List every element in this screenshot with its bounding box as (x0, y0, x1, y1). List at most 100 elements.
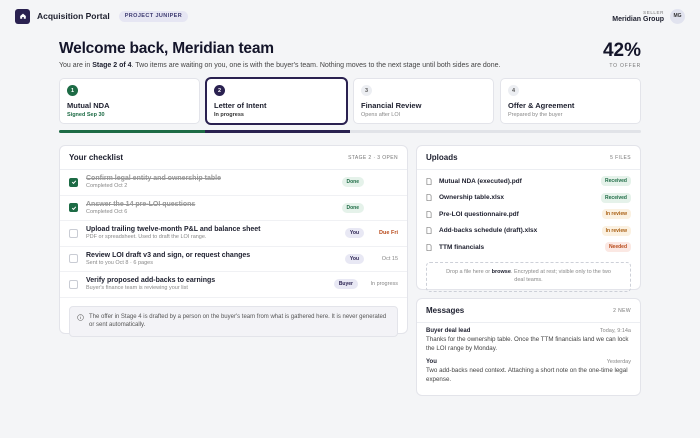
stage-stepper: 1 Mutual NDA Signed Sep 30 2 Letter of I… (59, 78, 641, 124)
file-name: TTM financials (439, 243, 485, 251)
file-dropzone[interactable]: Drop a file here or browse. Encrypted at… (426, 261, 631, 292)
message-sender: You (426, 359, 437, 365)
stage-status: Signed Sep 30 (67, 112, 105, 118)
project-badge: PROJECT JUNIPER (118, 10, 189, 22)
item-due: Oct 15 (381, 255, 398, 262)
subline-suffix: . Two items are waiting on you, one is w… (131, 62, 501, 69)
document-icon (426, 210, 432, 218)
seller-name: Meridian Group (612, 15, 664, 23)
file-name: Pre-LOI questionnaire.pdf (439, 210, 519, 218)
stage-number: 1 (67, 85, 78, 96)
stage-title: Offer & Agreement (508, 101, 575, 110)
checklist-panel: Your checklist STAGE 2 · 3 OPEN Confirm … (59, 145, 408, 337)
file-row[interactable]: Pre-LOI questionnaire.pdf In review (417, 206, 640, 223)
stage-card-3[interactable]: 3 Financial Review Opens after LOI (353, 78, 494, 124)
document-icon (426, 227, 432, 235)
message-item[interactable]: You Yesterday Two add-backs need context.… (417, 353, 640, 384)
message-time: Yesterday (606, 359, 631, 365)
checkbox[interactable] (69, 254, 78, 264)
progress-label: TO OFFER (609, 63, 641, 69)
file-row[interactable]: Add-backs schedule (draft).xlsx In revie… (417, 223, 640, 240)
messages-meta: 2 NEW (613, 307, 631, 314)
checklist-item[interactable]: Answer the 14 pre-LOI questions Completed… (60, 196, 407, 221)
checkbox[interactable] (69, 279, 78, 289)
app-title: Acquisition Portal (37, 11, 110, 21)
welcome-subline: You are in Stage 2 of 4. Two items are w… (59, 62, 500, 69)
uploads-panel: Uploads 5 FILES Mutual NDA (executed).pd… (416, 145, 641, 292)
document-icon (426, 243, 432, 251)
message-body: Thanks for the ownership table. Once the… (426, 336, 629, 352)
file-row[interactable]: Ownership table.xlsx Received (417, 190, 640, 207)
checkbox[interactable] (69, 177, 78, 187)
document-icon (426, 194, 432, 202)
messages-header: Messages 2 NEW (417, 299, 640, 323)
status-badge: Done (341, 177, 364, 188)
item-due: In progress (370, 281, 398, 288)
dropzone-suffix: . Encrypted at rest; visible only to the… (510, 269, 611, 283)
stage-card-1[interactable]: 1 Mutual NDA Signed Sep 30 (59, 78, 200, 124)
welcome-section: Welcome back, Meridian team You are in S… (59, 40, 500, 69)
messages-title: Messages (426, 306, 465, 315)
browse-link[interactable]: browse (492, 269, 511, 275)
progress-percent: 42% (602, 40, 641, 61)
stage-card-2[interactable]: 2 Letter of Intent In progress (206, 78, 347, 124)
message-item[interactable]: Buyer deal lead Today, 9:14a Thanks for t… (417, 323, 640, 353)
status-badge: Done (341, 202, 364, 213)
uploads-title: Uploads (426, 153, 458, 162)
checklist-header: Your checklist STAGE 2 · 3 OPEN (60, 146, 407, 170)
stage-title: Letter of Intent (214, 101, 267, 110)
item-sub: PDF or spreadsheet. Used to draft the LO… (86, 234, 207, 241)
owner-badge: You (344, 253, 364, 264)
stage-card-4[interactable]: 4 Offer & Agreement Prepared by the buye… (500, 78, 641, 124)
info-note-text: The offer in Stage 4 is drafted by a per… (89, 313, 387, 329)
checklist-item[interactable]: Confirm legal entity and ownership table… (60, 170, 407, 196)
stage-number: 3 (361, 85, 372, 96)
message-body: Two add-backs need context. Attaching a … (426, 367, 628, 383)
stage-status: Prepared by the buyer (508, 112, 563, 118)
home-icon[interactable] (15, 8, 30, 24)
checkbox[interactable] (69, 203, 78, 213)
file-status-badge: Received (601, 176, 631, 187)
stage-status: In progress (214, 112, 244, 118)
file-status-badge: Received (601, 192, 631, 203)
checkbox[interactable] (69, 228, 78, 238)
track-active-fill (204, 130, 350, 133)
file-status-badge: Needed (604, 242, 631, 253)
owner-badge: You (344, 228, 364, 239)
seller-info: SELLER Meridian Group (612, 10, 664, 23)
check-icon (71, 180, 76, 185)
checklist-item[interactable]: Verify proposed add-backs to earnings Buy… (60, 272, 407, 298)
checklist-item[interactable]: Review LOI draft v3 and sign, or request… (60, 247, 407, 272)
subline-stage: Stage 2 of 4 (92, 62, 132, 69)
check-icon (71, 206, 76, 210)
info-icon (77, 313, 84, 321)
uploads-meta: 5 FILES (610, 154, 631, 161)
stage-number: 4 (508, 85, 519, 96)
file-status-badge: In review (601, 209, 631, 220)
item-title: Verify proposed add-backs to earnings (86, 277, 216, 285)
file-name: Mutual NDA (executed).pdf (439, 177, 522, 185)
dropzone-prefix: Drop a file here or (446, 269, 492, 275)
file-name: Add-backs schedule (draft).xlsx (439, 227, 538, 235)
file-row[interactable]: TTM financials Needed (417, 239, 640, 256)
item-sub: Completed Oct 6 (86, 208, 128, 215)
subline-prefix: You are in (59, 62, 93, 69)
info-note: The offer in Stage 4 is drafted by a per… (69, 305, 398, 337)
document-icon (426, 177, 432, 185)
checklist-item[interactable]: Upload trailing twelve-month P&L and bal… (60, 221, 407, 247)
stage-number: 2 (214, 85, 225, 96)
file-row[interactable]: Mutual NDA (executed).pdf Received (417, 173, 640, 190)
messages-panel: Messages 2 NEW Buyer deal lead Today, 9:1… (416, 298, 641, 396)
item-due: Due Fri (379, 230, 398, 237)
stage-status: Opens after LOI (361, 112, 401, 118)
avatar[interactable]: MG (670, 8, 685, 24)
file-name: Ownership table.xlsx (439, 194, 505, 202)
item-title: Review LOI draft v3 and sign, or request… (86, 251, 251, 259)
message-sender: Buyer deal lead (426, 328, 471, 334)
offer-progress: 42% TO OFFER (603, 40, 641, 69)
uploads-header: Uploads 5 FILES (417, 146, 640, 170)
item-title: Confirm legal entity and ownership table (86, 175, 221, 183)
checklist-title: Your checklist (69, 153, 124, 162)
item-title: Upload trailing twelve-month P&L and bal… (86, 226, 261, 234)
item-sub: Completed Oct 2 (86, 183, 128, 190)
